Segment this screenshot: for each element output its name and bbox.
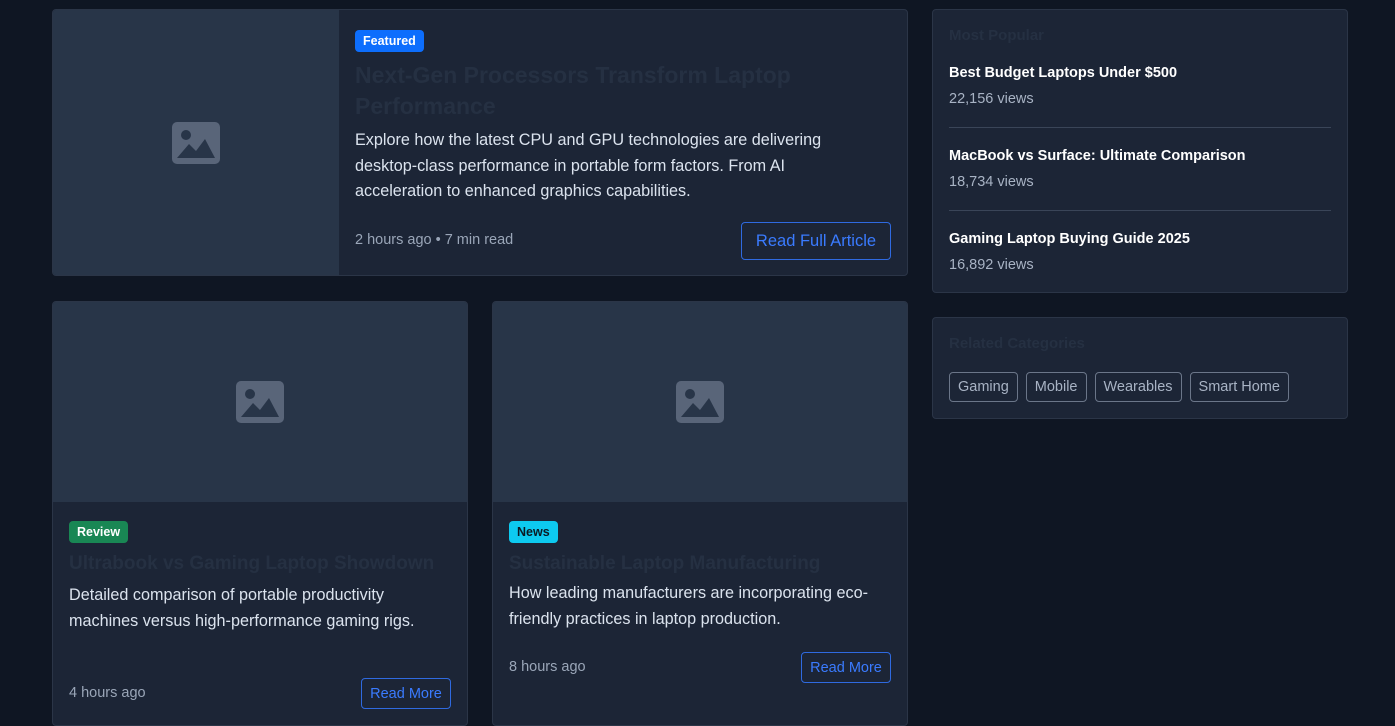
divider xyxy=(949,210,1331,211)
image-placeholder-icon xyxy=(676,381,724,423)
read-more-button[interactable]: Read More xyxy=(361,678,451,709)
category-tag-smart-home[interactable]: Smart Home xyxy=(1189,372,1289,402)
related-categories-heading: Related Categories xyxy=(949,335,1085,352)
popular-item-views: 16,892 views xyxy=(949,257,1034,273)
article-title[interactable]: Sustainable Laptop Manufacturing xyxy=(509,551,891,577)
article-body: News Sustainable Laptop Manufacturing Ho… xyxy=(509,521,891,632)
article-meta: 4 hours ago xyxy=(69,685,146,701)
image-placeholder-icon xyxy=(236,381,284,423)
article-meta: 8 hours ago xyxy=(509,659,586,675)
article-description: How leading manufacturers are incorporat… xyxy=(509,584,869,628)
featured-title[interactable]: Next-Gen Processors Transform Laptop Per… xyxy=(355,60,835,122)
popular-item[interactable]: Best Budget Laptops Under $500 22,156 vi… xyxy=(949,64,1331,108)
popular-list: Best Budget Laptops Under $500 22,156 vi… xyxy=(949,64,1331,274)
review-badge: Review xyxy=(69,521,129,543)
category-tags: Gaming Mobile Wearables Smart Home xyxy=(949,372,1331,402)
popular-item-views: 22,156 views xyxy=(949,91,1034,107)
most-popular-heading: Most Popular xyxy=(949,27,1045,44)
article-image xyxy=(53,302,467,502)
divider xyxy=(949,127,1331,128)
category-tag-gaming[interactable]: Gaming xyxy=(949,372,1018,402)
article-card-news: News Sustainable Laptop Manufacturing Ho… xyxy=(492,301,908,726)
article-description: Detailed comparison of portable producti… xyxy=(69,586,415,630)
related-categories-panel: Related Categories Gaming Mobile Wearabl… xyxy=(932,317,1348,419)
read-more-button[interactable]: Read More xyxy=(801,652,891,683)
popular-item[interactable]: MacBook vs Surface: Ultimate Comparison … xyxy=(949,147,1331,191)
featured-body: Featured Next-Gen Processors Transform L… xyxy=(339,10,907,275)
category-tag-mobile[interactable]: Mobile xyxy=(1025,372,1087,402)
popular-item-views: 18,734 views xyxy=(949,174,1034,190)
featured-badge: Featured xyxy=(355,30,424,52)
most-popular-panel: Most Popular Best Budget Laptops Under $… xyxy=(932,9,1348,293)
article-title[interactable]: Ultrabook vs Gaming Laptop Showdown xyxy=(69,551,451,577)
popular-item-title[interactable]: MacBook vs Surface: Ultimate Comparison xyxy=(949,147,1331,165)
popular-item-title[interactable]: Best Budget Laptops Under $500 xyxy=(949,64,1331,82)
popular-item-title[interactable]: Gaming Laptop Buying Guide 2025 xyxy=(949,230,1331,248)
article-card-review: Review Ultrabook vs Gaming Laptop Showdo… xyxy=(52,301,468,726)
popular-item[interactable]: Gaming Laptop Buying Guide 2025 16,892 v… xyxy=(949,230,1331,274)
page: Featured Next-Gen Processors Transform L… xyxy=(0,0,1395,726)
featured-meta: 2 hours ago • 7 min read xyxy=(355,232,514,248)
news-badge: News xyxy=(509,521,558,543)
article-image xyxy=(493,302,907,502)
image-placeholder-icon xyxy=(172,121,220,164)
article-body: Review Ultrabook vs Gaming Laptop Showdo… xyxy=(69,521,451,634)
featured-image xyxy=(53,10,339,275)
featured-article-card: Featured Next-Gen Processors Transform L… xyxy=(52,9,908,276)
category-tag-wearables[interactable]: Wearables xyxy=(1094,372,1182,402)
read-full-article-button[interactable]: Read Full Article xyxy=(741,222,891,260)
featured-description: Explore how the latest CPU and GPU techn… xyxy=(355,131,822,200)
